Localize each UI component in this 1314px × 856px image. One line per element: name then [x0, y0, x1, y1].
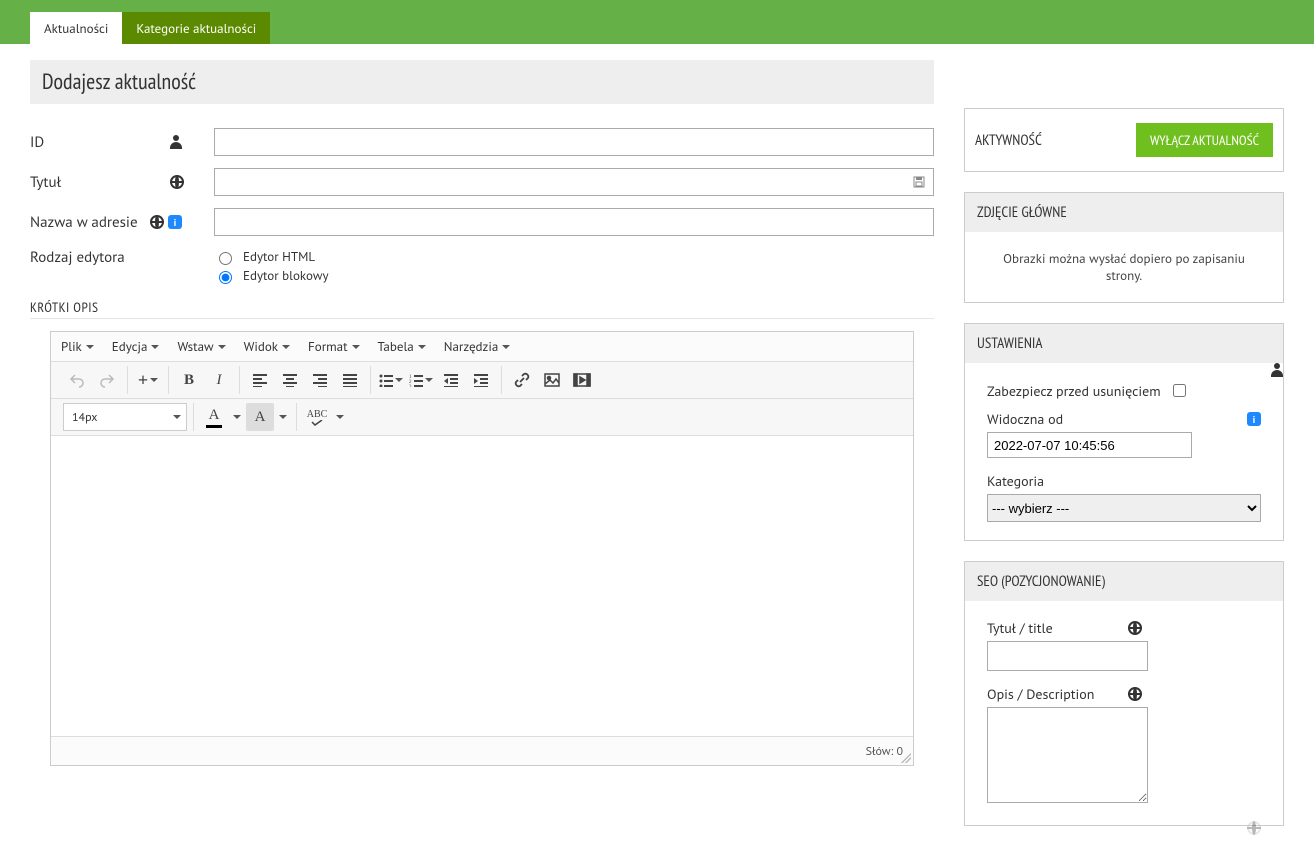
main-image-panel: ZDJĘCIE GŁÓWNE Obrazki można wysłać dopi… [964, 192, 1284, 303]
seo-title-label: Tytuł / title [987, 619, 1053, 637]
label-editor-type: Rodzaj edytora [30, 248, 170, 267]
globe-icon [1128, 621, 1142, 635]
top-tab-bar: Aktualności Kategorie aktualności [0, 0, 1314, 44]
spellcheck-dropdown[interactable] [333, 403, 347, 431]
editor-menubar: Plik Edycja Wstaw Widok Format Tabela Na… [51, 332, 913, 362]
info-icon[interactable]: i [168, 215, 182, 229]
activity-label: AKTYWNOŚĆ [975, 131, 1042, 150]
main-image-note: Obrazki można wysłać dopiero po zapisani… [987, 250, 1261, 284]
text-color-dropdown[interactable] [230, 403, 244, 431]
tab-aktualnosci[interactable]: Aktualności [30, 12, 122, 44]
toggle-activity-button[interactable]: WYŁĄCZ AKTUALNOŚĆ [1136, 123, 1273, 157]
menu-tools[interactable]: Narzędzia [444, 338, 511, 355]
activity-panel: AKTYWNOŚĆ WYŁĄCZ AKTUALNOŚĆ [964, 108, 1284, 172]
seo-desc-label: Opis / Description [987, 685, 1094, 703]
info-icon[interactable]: i [1247, 412, 1261, 426]
align-left-icon[interactable] [246, 366, 274, 394]
radio-editor-html[interactable]: Edytor HTML [214, 248, 329, 265]
editor-toolbar-2: 14px A A ABC [51, 399, 913, 436]
tab-kategorie[interactable]: Kategorie aktualności [122, 12, 270, 44]
editor-body[interactable] [51, 436, 913, 737]
label-title: Tytuł [30, 173, 170, 192]
protect-checkbox[interactable] [1173, 384, 1186, 397]
short-desc-heading: KRÓTKI OPIS [30, 298, 934, 319]
visible-from-input[interactable] [987, 432, 1192, 458]
font-size-select[interactable]: 14px [63, 403, 187, 431]
globe-icon [170, 175, 184, 189]
seo-panel: SEO (POZYCJONOWANIE) Tytuł / title Opis … [964, 561, 1284, 826]
align-justify-icon[interactable] [336, 366, 364, 394]
editor-statusbar: Słów: 0 [51, 737, 913, 765]
undo-icon[interactable] [63, 366, 91, 394]
input-slug[interactable] [214, 208, 934, 236]
resize-grip-icon[interactable] [901, 753, 911, 763]
globe-icon [1128, 687, 1142, 701]
editor-toolbar-1: + B I 123 [51, 362, 913, 399]
rich-text-editor: Plik Edycja Wstaw Widok Format Tabela Na… [50, 331, 914, 766]
insert-plus-icon[interactable]: + [134, 366, 162, 394]
category-label: Kategoria [987, 472, 1261, 490]
menu-table[interactable]: Tabela [378, 338, 426, 355]
image-icon[interactable] [538, 366, 566, 394]
globe-icon [150, 215, 164, 229]
word-count-label: Słów: 0 [866, 744, 903, 759]
menu-edit[interactable]: Edycja [112, 338, 160, 355]
visible-from-label: Widoczna od [987, 410, 1063, 428]
page-title: Dodajesz aktualność [30, 60, 934, 104]
menu-format[interactable]: Format [308, 338, 360, 355]
seo-heading: SEO (POZYCJONOWANIE) [965, 562, 1283, 601]
input-id[interactable] [214, 128, 934, 156]
label-id: ID [30, 133, 170, 152]
person-icon [1271, 363, 1283, 377]
redo-icon[interactable] [93, 366, 121, 394]
seo-desc-textarea[interactable] [987, 707, 1148, 803]
menu-insert[interactable]: Wstaw [177, 338, 225, 355]
media-icon[interactable] [568, 366, 596, 394]
input-title[interactable] [214, 168, 934, 196]
radio-editor-block[interactable]: Edytor blokowy [214, 267, 329, 284]
indent-icon[interactable] [467, 366, 495, 394]
bg-color-dropdown[interactable] [276, 403, 290, 431]
outdent-icon[interactable] [437, 366, 465, 394]
settings-panel: USTAWIENIA Zabezpiecz przed usunięciem W… [964, 323, 1284, 541]
label-slug: Nazwa w adresie [30, 213, 150, 232]
numbered-list-icon[interactable]: 123 [407, 366, 435, 394]
person-icon [170, 135, 182, 149]
menu-file[interactable]: Plik [61, 338, 94, 355]
svg-text:3: 3 [409, 385, 412, 387]
align-center-icon[interactable] [276, 366, 304, 394]
bold-icon[interactable]: B [175, 366, 203, 394]
align-right-icon[interactable] [306, 366, 334, 394]
spellcheck-icon[interactable]: ABC [303, 403, 331, 431]
link-icon[interactable] [508, 366, 536, 394]
protect-label: Zabezpiecz przed usunięciem [987, 382, 1161, 400]
radio-label-html: Edytor HTML [243, 248, 315, 265]
main-image-heading: ZDJĘCIE GŁÓWNE [965, 193, 1283, 232]
menu-view[interactable]: Widok [244, 338, 290, 355]
settings-heading: USTAWIENIA [965, 324, 1283, 363]
seo-title-input[interactable] [987, 641, 1148, 671]
radio-label-block: Edytor blokowy [243, 267, 329, 284]
bg-color-icon[interactable]: A [246, 403, 274, 431]
category-select[interactable]: --- wybierz --- [987, 494, 1261, 522]
globe-icon [1247, 821, 1261, 835]
italic-icon[interactable]: I [205, 366, 233, 394]
text-color-icon[interactable]: A [200, 403, 228, 431]
bullet-list-icon[interactable] [377, 366, 405, 394]
